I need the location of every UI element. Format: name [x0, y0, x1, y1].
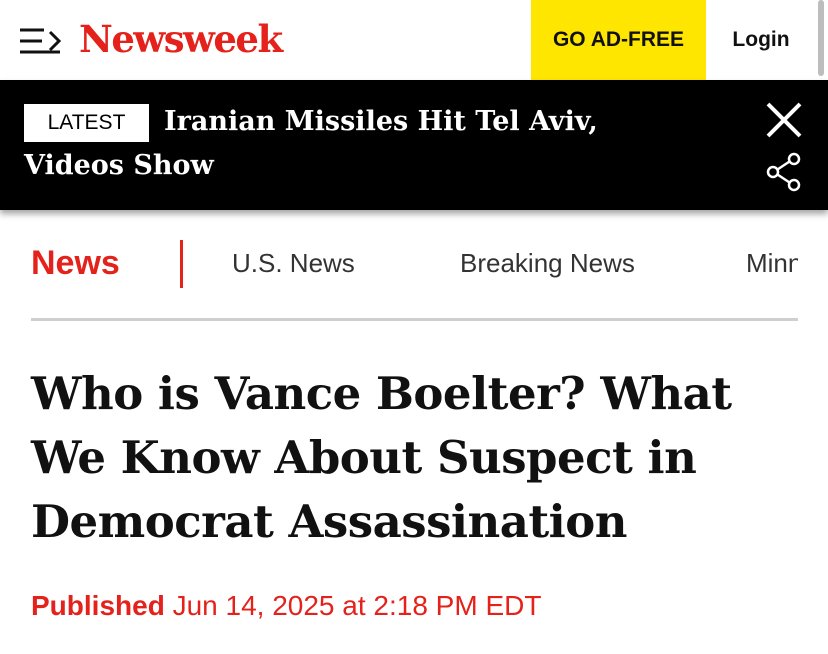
- nav-item-breaking-news[interactable]: Breaking News: [460, 248, 635, 279]
- scrollbar[interactable]: [818, 0, 824, 76]
- nav-divider: [180, 240, 183, 288]
- latest-headline-link[interactable]: Iranian Missiles Hit Tel Aviv, Videos Sh…: [24, 100, 704, 188]
- top-bar: Newsweek GO AD-FREE Login: [0, 0, 828, 80]
- nav-item-news[interactable]: News: [31, 244, 120, 283]
- close-icon[interactable]: [764, 100, 804, 140]
- go-ad-free-button[interactable]: GO AD-FREE: [531, 0, 706, 80]
- share-icon[interactable]: [766, 152, 802, 192]
- article-title: Who is Vance Boelter? What We Know About…: [31, 367, 732, 548]
- nav-item-minn[interactable]: Minn: [746, 248, 798, 279]
- menu-icon[interactable]: [18, 26, 62, 56]
- section-nav: News U.S. News Breaking News Minn: [0, 220, 828, 320]
- nav-item-minn-clip: Minn: [746, 248, 798, 288]
- login-button[interactable]: Login: [706, 0, 816, 80]
- published-date: Jun 14, 2025 at 2:18 PM EDT: [172, 590, 542, 621]
- newsweek-logo[interactable]: Newsweek: [79, 17, 283, 61]
- latest-banner: LATEST Iranian Missiles Hit Tel Aviv, Vi…: [0, 80, 828, 210]
- nav-item-us-news[interactable]: U.S. News: [232, 248, 355, 279]
- nav-divider-rule: [31, 318, 798, 321]
- published-label: Published: [31, 590, 165, 621]
- published-info: Published Jun 14, 2025 at 2:18 PM EDT: [31, 590, 541, 622]
